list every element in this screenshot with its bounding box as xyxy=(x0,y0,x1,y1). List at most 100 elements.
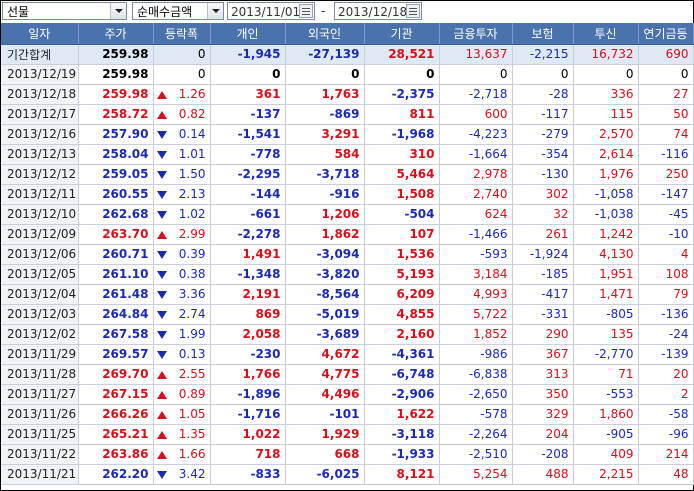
end-date-input[interactable]: 2013/12/18 xyxy=(334,2,422,20)
cell-change-value: 2.99 xyxy=(178,227,206,241)
cell-financial-investment: -2,264 xyxy=(439,424,513,445)
cell-pension: 20 xyxy=(638,364,694,385)
cell-pension: 0 xyxy=(638,64,694,85)
cell-insurance: 0 xyxy=(512,64,574,85)
cell-change: 0.13 xyxy=(153,344,211,365)
cell-change: 1.02 xyxy=(153,204,211,225)
table-row[interactable]: 기간합계 259.98 0 -1,945 -27,139 28,521 13,637 -2,2… xyxy=(1,44,694,65)
cell-individual: 361 xyxy=(210,84,286,105)
chevron-down-icon[interactable] xyxy=(207,3,223,19)
col-header-price[interactable]: 주가 xyxy=(78,23,154,45)
start-date-value: 2013/11/01 xyxy=(231,5,301,19)
cell-change-value: 0.38 xyxy=(178,267,206,281)
down-arrow-icon xyxy=(156,150,167,159)
chevron-down-icon[interactable] xyxy=(110,3,126,19)
table-row[interactable]: 2013/11/27 267.15 0.89 -1,896 4,496 -2,906 -2,… xyxy=(1,384,694,405)
table-row[interactable]: 2013/12/18 259.98 1.26 361 1,763 -2,375 -2,718… xyxy=(1,84,694,105)
cell-pension: -136 xyxy=(638,304,694,325)
cell-institution: 1,622 xyxy=(364,404,440,425)
col-header-financial-investment[interactable]: 금융투자 xyxy=(439,23,513,45)
cell-date: 2013/12/06 xyxy=(1,244,79,265)
cell-insurance: -28 xyxy=(512,84,574,105)
metric-select-value: 순매수금액 xyxy=(137,5,193,19)
market-select[interactable]: 선물 xyxy=(2,2,127,20)
cell-insurance: -117 xyxy=(512,104,574,125)
cell-date: 2013/12/03 xyxy=(1,304,79,325)
cell-change: 1.99 xyxy=(153,324,211,345)
col-header-investment-trust[interactable]: 투신 xyxy=(573,23,639,45)
calendar-icon[interactable] xyxy=(299,4,313,18)
start-date-input[interactable]: 2013/11/01 xyxy=(227,2,315,20)
cell-price: 267.15 xyxy=(78,384,154,405)
table-row[interactable]: 2013/12/06 260.71 0.39 1,491 -3,094 1,536 -593… xyxy=(1,244,694,265)
cell-investment-trust: 409 xyxy=(573,444,639,465)
up-arrow-icon xyxy=(156,450,167,459)
cell-financial-investment: 5,722 xyxy=(439,304,513,325)
table-row[interactable]: 2013/11/26 266.26 1.05 -1,716 -101 1,622 -578 3… xyxy=(1,404,694,425)
cell-insurance: 302 xyxy=(512,184,574,205)
cell-pension: 214 xyxy=(638,444,694,465)
cell-individual: 1,766 xyxy=(210,364,286,385)
cell-individual: 1,022 xyxy=(210,424,286,445)
down-arrow-icon xyxy=(156,270,167,279)
calendar-icon[interactable] xyxy=(406,4,420,18)
table-row[interactable]: 2013/12/13 258.04 1.01 -778 584 310 -1,664 -354… xyxy=(1,144,694,165)
cell-foreign: 584 xyxy=(285,144,365,165)
cell-individual: -1,945 xyxy=(210,44,286,65)
cell-change: 1.66 xyxy=(153,444,211,465)
down-arrow-icon xyxy=(156,330,167,339)
cell-pension: 50 xyxy=(638,104,694,125)
cell-individual: 0 xyxy=(210,64,286,85)
cell-date: 2013/11/27 xyxy=(1,384,79,405)
cell-change-value: 1.50 xyxy=(178,167,206,181)
cell-change-value: 2.13 xyxy=(178,187,206,201)
cell-change-value: 1.02 xyxy=(178,207,206,221)
col-header-date[interactable]: 일자 xyxy=(1,23,79,45)
table-row[interactable]: 2013/12/10 262.68 1.02 -661 1,206 -504 624 32 -1… xyxy=(1,204,694,225)
table-row[interactable]: 2013/12/16 257.90 0.14 -1,541 3,291 -1,968 -4,… xyxy=(1,124,694,145)
col-header-insurance[interactable]: 보험 xyxy=(512,23,574,45)
cell-change-value: 2.55 xyxy=(178,367,206,381)
col-header-institution[interactable]: 기관 xyxy=(364,23,440,45)
cell-institution: -3,118 xyxy=(364,424,440,445)
cell-individual: 718 xyxy=(210,444,286,465)
cell-change: 2.55 xyxy=(153,364,211,385)
cell-insurance: 32 xyxy=(512,204,574,225)
col-header-individual[interactable]: 개인 xyxy=(210,23,286,45)
cell-price: 259.98 xyxy=(78,84,154,105)
metric-select[interactable]: 순매수금액 xyxy=(132,2,224,20)
cell-foreign: -3,689 xyxy=(285,324,365,345)
up-arrow-icon xyxy=(156,230,167,239)
table-row[interactable]: 2013/12/09 263.70 2.99 -2,278 1,862 107 -1,466… xyxy=(1,224,694,245)
cell-insurance: -331 xyxy=(512,304,574,325)
cell-financial-investment: 2,978 xyxy=(439,164,513,185)
table-header: 일자 주가 등락폭 개인 외국인 기관 금융투자 보험 투신 연기금등 xyxy=(1,23,694,45)
cell-individual: 869 xyxy=(210,304,286,325)
col-header-foreign[interactable]: 외국인 xyxy=(285,23,365,45)
table-row[interactable]: 2013/12/05 261.10 0.38 -1,348 -3,820 5,193 3,1… xyxy=(1,264,694,285)
table-row[interactable]: 2013/12/19 259.98 0 0 0 0 0 0 0 0 xyxy=(1,64,694,85)
cell-change-value: 1.26 xyxy=(178,87,206,101)
table-row[interactable]: 2013/12/04 261.48 3.36 2,191 -8,564 6,209 4,99… xyxy=(1,284,694,305)
table-row[interactable]: 2013/11/21 262.20 3.42 -833 -6,025 8,121 5,254… xyxy=(1,464,694,485)
table-row[interactable]: 2013/12/11 260.55 2.13 -144 -916 1,508 2,740 30… xyxy=(1,184,694,205)
table-row[interactable]: 2013/11/29 269.57 0.13 -230 4,672 -4,361 -986 3… xyxy=(1,344,694,365)
up-arrow-icon xyxy=(156,430,167,439)
cell-date: 2013/12/17 xyxy=(1,104,79,125)
col-header-change[interactable]: 등락폭 xyxy=(153,23,211,45)
table-row[interactable]: 2013/11/25 265.21 1.35 1,022 1,929 -3,118 -2,2… xyxy=(1,424,694,445)
table-row[interactable]: 2013/12/17 258.72 0.82 -137 -869 811 600 -117 11… xyxy=(1,104,694,125)
table-row[interactable]: 2013/12/12 259.05 1.50 -2,295 -3,718 5,464 2,9… xyxy=(1,164,694,185)
cell-price: 259.98 xyxy=(78,44,154,65)
table-row[interactable]: 2013/12/02 267.58 1.99 2,058 -3,689 2,160 1,85… xyxy=(1,324,694,345)
table-row[interactable]: 2013/11/28 269.70 2.55 1,766 4,775 -6,748 -6,8… xyxy=(1,364,694,385)
table-row[interactable]: 2013/12/03 264.84 2.74 869 -5,019 4,855 5,722-… xyxy=(1,304,694,325)
table-row[interactable]: 2013/11/22 263.86 1.66 718 668 -1,933 -2,510 -2… xyxy=(1,444,694,465)
cell-insurance: 350 xyxy=(512,384,574,405)
cell-foreign: -3,718 xyxy=(285,164,365,185)
cell-individual: -1,896 xyxy=(210,384,286,405)
cell-financial-investment: -4,223 xyxy=(439,124,513,145)
cell-change: 2.99 xyxy=(153,224,211,245)
cell-institution: -2,906 xyxy=(364,384,440,405)
col-header-pension[interactable]: 연기금등 xyxy=(638,23,694,45)
